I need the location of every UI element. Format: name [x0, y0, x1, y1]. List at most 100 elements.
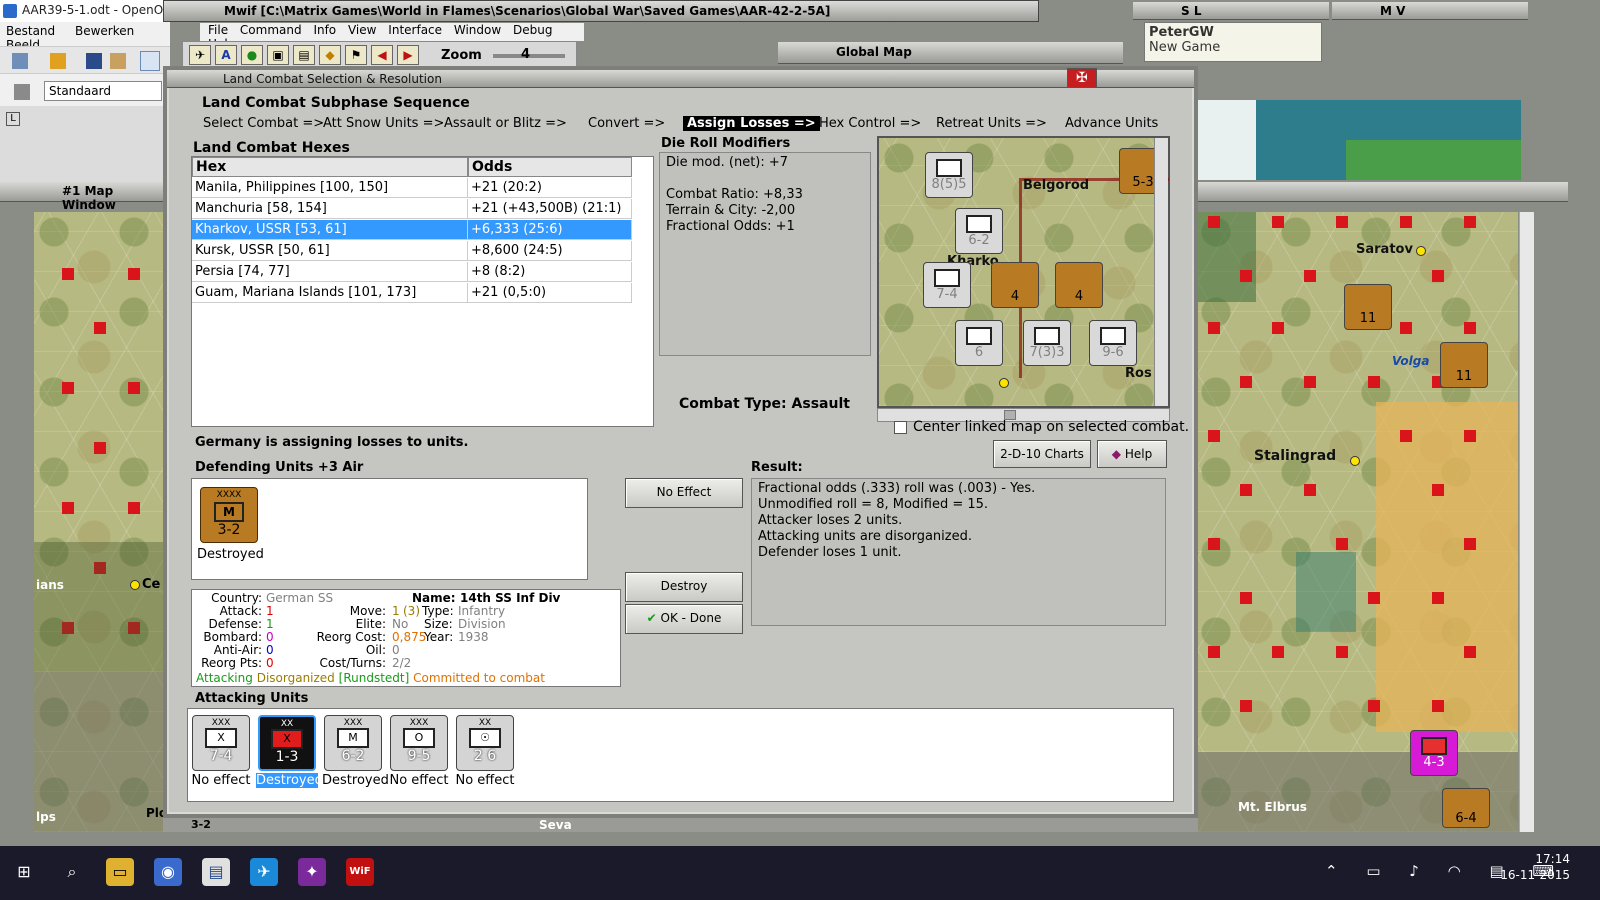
attacker-unit[interactable]: XXX M 6-2 Destroyed [322, 715, 389, 788]
openoffice-menu: Bestand Bewerken Beeld [0, 24, 170, 52]
player-status: New Game [1149, 40, 1221, 55]
center-linked-map-checkbox[interactable]: Center linked map on selected combat. [894, 419, 1189, 435]
drm-line: Terrain & City: -2,00 [666, 203, 796, 218]
arrow-right-icon[interactable]: ▶ [397, 45, 419, 65]
result-line: Defender loses 1 unit. [758, 545, 902, 560]
map-counter[interactable]: 4 [991, 262, 1039, 308]
attacker-unit-selected[interactable]: XX X 1-3 Destroyed [256, 715, 323, 788]
attacker-unit[interactable]: XXX X 7-4 No effect [190, 715, 252, 788]
mv-titlebar[interactable]: M V [1332, 2, 1528, 20]
menu-interface[interactable]: Interface [388, 23, 442, 37]
unit-move: 1 [392, 604, 400, 618]
destroy-button[interactable]: Destroy [625, 572, 743, 602]
counter-icon[interactable]: ▣ [267, 45, 289, 65]
game-launcher-icon[interactable]: ✦ [298, 858, 326, 886]
file-explorer-icon[interactable]: ▭ [106, 858, 134, 886]
table-row-selected[interactable]: Kharkov, USSR [53, 61] +6,333 (25:6) [192, 220, 632, 240]
table-row[interactable]: Kursk, USSR [50, 61] +8,600 (24:5) [192, 241, 632, 261]
map-counter-army[interactable]: 6-4 [1442, 788, 1490, 828]
attacker-unit[interactable]: XXX O 9-5 No effect [388, 715, 450, 788]
map-counter[interactable]: 4 [1055, 262, 1103, 308]
combat-mini-map[interactable]: Belgorod Kharko Ros 8(5)5 6-2 7-4 4 4 6 … [877, 136, 1170, 408]
global-map-titlebar[interactable]: Global Map [778, 42, 1123, 64]
right-map-scrollbar[interactable] [1519, 212, 1534, 832]
letter-a-icon[interactable]: A [215, 45, 237, 65]
sequence-heading: Land Combat Subphase Sequence [202, 95, 470, 111]
table-row[interactable]: Manchuria [58, 154] +21 (+43,500B) (21:1… [192, 199, 632, 219]
map-counter-army[interactable]: 4-3 [1410, 730, 1458, 776]
messenger-icon[interactable]: ✈ [250, 858, 278, 886]
defender-counter[interactable]: XXXX M 3-2 [200, 487, 258, 543]
ruler-area: L [0, 106, 170, 182]
right-map-view[interactable]: Saratov Volga Stalingrad Mt. Elbrus 11 1… [1196, 212, 1518, 832]
bottom-map-strip: 3-2 Seva [163, 818, 1198, 832]
edit-mode-icon[interactable] [140, 51, 160, 71]
map-counter[interactable]: 7(3)3 [1023, 320, 1071, 366]
combat-type-value: Assault [791, 396, 850, 412]
save-icon[interactable] [86, 53, 102, 69]
left-map-label-ce: Ce [142, 577, 161, 592]
map-counter[interactable]: 6 [955, 320, 1003, 366]
right-map-titlebar[interactable] [1196, 182, 1568, 202]
left-map-view[interactable]: ians Ce lps Plo [34, 212, 167, 832]
search-icon[interactable]: ⌕ [58, 858, 86, 886]
dialog-titlebar[interactable]: Land Combat Selection & Resolution ✠ [167, 68, 1194, 88]
mwif-task-icon[interactable]: WiF [346, 858, 374, 886]
menu-command[interactable]: Command [240, 23, 302, 37]
mwif-title: Mwif [C:\Matrix Games\World in Flames\Sc… [224, 4, 831, 18]
sl-titlebar[interactable]: S L [1133, 2, 1329, 20]
combat-type: Combat Type: Assault [679, 396, 850, 412]
windows-start-icon[interactable]: ⊞ [10, 858, 38, 886]
menu-file[interactable]: File [208, 23, 228, 37]
map-window-titlebar[interactable]: #1 Map Window [0, 182, 170, 212]
charts-button[interactable]: 2-D-10 Charts [993, 440, 1091, 468]
mail-icon[interactable] [110, 53, 126, 69]
new-doc-icon[interactable] [12, 53, 28, 69]
player-name: PeterGW [1149, 25, 1214, 40]
flag-icon[interactable]: ⚑ [345, 45, 367, 65]
paragraph-style-select[interactable]: Standaard [44, 81, 162, 101]
global-map-view[interactable] [1196, 100, 1521, 180]
report-icon[interactable]: ▤ [293, 45, 315, 65]
step-convert: Convert => [588, 116, 666, 131]
menu-window[interactable]: Window [454, 23, 501, 37]
mini-map-vscroll[interactable] [1154, 138, 1168, 406]
attacker-unit[interactable]: XX ☉ 2 6 No effect [454, 715, 516, 788]
column-header-odds[interactable]: Odds [468, 157, 632, 177]
map-counter-air-unit[interactable]: 11 [1344, 284, 1392, 330]
map-counter[interactable]: 8(5)5 [925, 152, 973, 198]
help-button[interactable]: ◆ Help [1097, 440, 1167, 468]
ok-done-button[interactable]: ✔ OK - Done [625, 604, 743, 634]
map-counter[interactable]: 9-6 [1089, 320, 1137, 366]
menu-info[interactable]: Info [313, 23, 336, 37]
table-row[interactable]: Manila, Philippines [100, 150] +21 (20:2… [192, 178, 632, 198]
aircraft-icon[interactable]: ✈ [189, 45, 211, 65]
map-counter-air-unit[interactable]: 11 [1440, 342, 1488, 388]
menu-bewerken[interactable]: Bewerken [75, 24, 134, 38]
taskbar-clock[interactable]: 17:14 16-11-2015 [1500, 851, 1570, 883]
open-folder-icon[interactable] [50, 53, 66, 69]
map-counter[interactable]: 7-4 [923, 262, 971, 308]
table-row[interactable]: Guam, Mariana Islands [101, 173] +21 (0,… [192, 283, 632, 303]
styles-icon[interactable] [14, 84, 30, 100]
browser-icon[interactable]: ◉ [154, 858, 182, 886]
column-header-hex[interactable]: Hex [192, 157, 468, 177]
map-counter[interactable]: 6-2 [955, 208, 1003, 254]
mwif-titlebar[interactable]: Mwif [C:\Matrix Games\World in Flames\Sc… [163, 0, 1039, 22]
menu-debug[interactable]: Debug [513, 23, 552, 37]
no-effect-button[interactable]: No Effect [625, 478, 743, 508]
mwif-toolbar: ✈ A ● ▣ ▤ ◆ ⚑ ◀ ▶ Zoom 4 [182, 41, 577, 67]
taskbar: ⊞ ⌕ ▭ ◉ ▤ ✈ ✦ WiF ⌃ ▭ ♪ ◠ ▤ ⌨ 17:14 16-1… [0, 846, 1600, 900]
unit-stack-icon[interactable]: ● [241, 45, 263, 65]
bottom-map-label-seva: Seva [539, 818, 572, 832]
result-box: Fractional odds (.333) roll was (.003) -… [751, 478, 1166, 626]
drm-line: Combat Ratio: +8,33 [666, 187, 803, 202]
table-row[interactable]: Persia [74, 77] +8 (8:2) [192, 262, 632, 282]
menu-view[interactable]: View [348, 23, 376, 37]
arrow-left-icon[interactable]: ◀ [371, 45, 393, 65]
result-line: Attacker loses 2 units. [758, 513, 903, 528]
openoffice-task-icon[interactable]: ▤ [202, 858, 230, 886]
menu-bestand[interactable]: Bestand [6, 24, 55, 38]
star-icon[interactable]: ◆ [319, 45, 341, 65]
checkbox-box[interactable] [894, 420, 907, 434]
